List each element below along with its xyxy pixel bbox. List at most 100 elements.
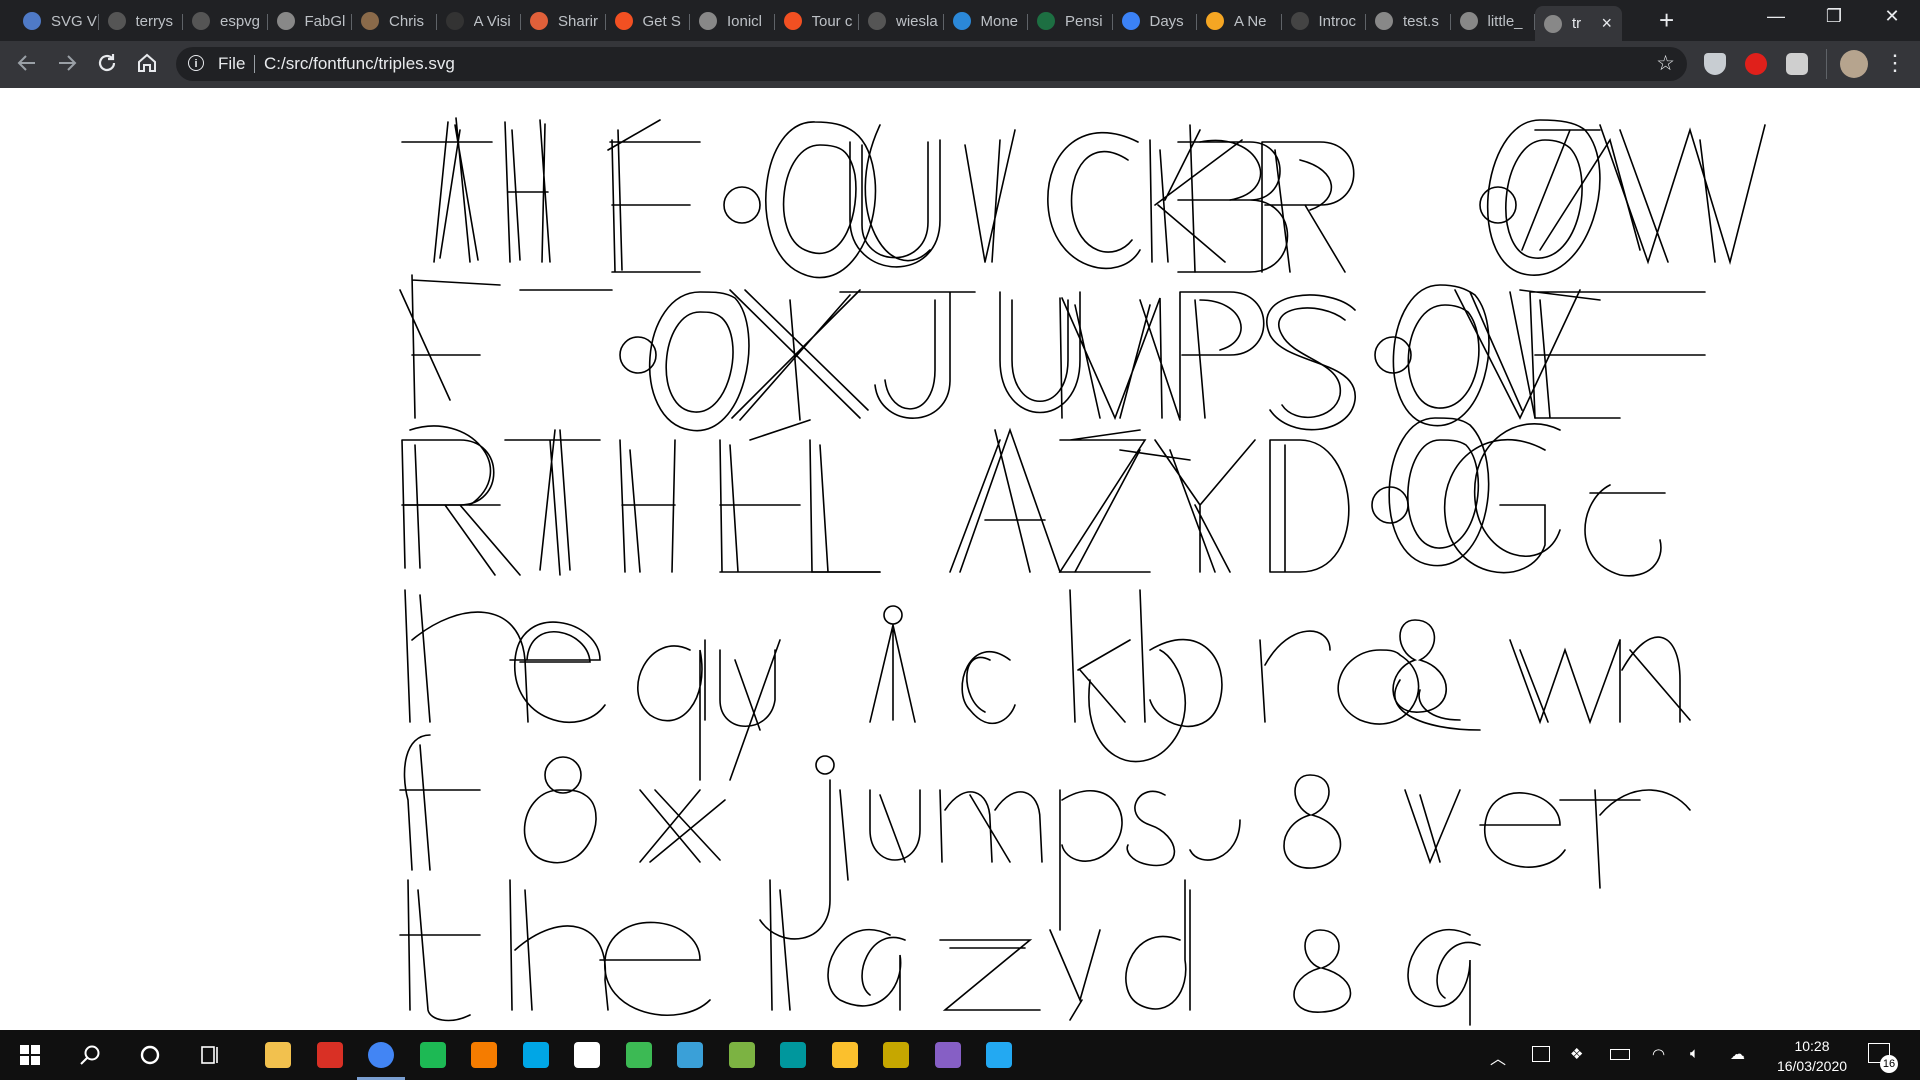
cortana-button[interactable] [134, 1039, 166, 1071]
address-bar[interactable]: i File C:/src/fontfunc/triples.svg ☆ [176, 47, 1687, 81]
tab-title: Pensi [1065, 12, 1103, 30]
volume-icon[interactable]: 🔈︎ [1690, 1045, 1699, 1062]
minimize-button[interactable]: — [1756, 6, 1796, 27]
globe-icon [699, 12, 717, 30]
tray-overflow-chevron-icon[interactable]: ︿ [1490, 1045, 1506, 1069]
new-tab-button[interactable]: + [1659, 7, 1674, 33]
address-separator [254, 55, 255, 73]
shield-extension-icon[interactable] [1704, 53, 1726, 75]
tab-title: test.s [1403, 12, 1439, 30]
browser-tab[interactable]: SVG V [14, 6, 99, 36]
tab-title: terrys [135, 12, 174, 30]
taskbar-app-bulb[interactable] [829, 1039, 861, 1071]
task-view-button[interactable] [194, 1039, 226, 1071]
tab-title: Chris [389, 12, 425, 30]
battery-icon[interactable] [1610, 1049, 1630, 1060]
browser-tab[interactable]: Ionicl [690, 6, 775, 36]
browser-tab[interactable]: Chris [352, 6, 437, 36]
restore-button[interactable]: ❐ [1814, 6, 1854, 27]
browser-tab[interactable]: terrys [99, 6, 184, 36]
bookmark-star-icon[interactable]: ☆ [1656, 51, 1675, 76]
cortana-circle-icon [140, 1045, 160, 1065]
browser-tab[interactable]: Sharir [521, 6, 606, 36]
taskbar-app-arduino[interactable] [777, 1039, 809, 1071]
home-button[interactable] [134, 51, 160, 77]
browser-tab[interactable]: espvg [183, 6, 268, 36]
globe-app-icon [883, 1042, 909, 1068]
browser-tab[interactable]: A Visi [437, 6, 522, 36]
taskbar-app-app-c[interactable] [520, 1039, 552, 1071]
taskbar-app-vscode[interactable] [983, 1039, 1015, 1071]
close-window-button[interactable]: ✕ [1872, 6, 1912, 27]
taskbar-app-terminal[interactable] [674, 1039, 706, 1071]
browser-tab[interactable]: test.s [1366, 6, 1451, 36]
glyph-row-3 [401, 417, 1666, 577]
close-tab-icon[interactable]: × [1601, 13, 1612, 34]
globe-icon [276, 12, 295, 30]
browser-tab[interactable]: Mone [944, 6, 1029, 36]
taskbar-app-chrome[interactable] [357, 1039, 405, 1080]
github-icon [868, 12, 886, 30]
taskbar-app-image-editor[interactable] [726, 1039, 758, 1071]
scheme-label: File [218, 54, 246, 73]
search-button[interactable] [74, 1039, 106, 1071]
taskbar-app-inkscape-x[interactable] [623, 1039, 655, 1071]
sun-icon [1206, 12, 1224, 30]
reload-button[interactable] [94, 51, 120, 77]
browser-tab[interactable]: Introc [1282, 6, 1367, 36]
menu-kebab-icon[interactable]: ⋮ [1884, 51, 1906, 75]
taskbar-app-globe-app[interactable] [880, 1039, 912, 1071]
taskbar-app-visual-studio[interactable] [932, 1039, 964, 1071]
browser-tab[interactable]: little_ [1451, 6, 1536, 36]
glyph-row-2 [399, 274, 1706, 432]
taskbar-app-file-explorer[interactable] [262, 1039, 294, 1071]
onedrive-cloud-icon[interactable]: ☁︎ [1730, 1045, 1745, 1063]
vscode-icon [986, 1042, 1012, 1068]
file-explorer-icon [265, 1042, 291, 1068]
globe-icon [1544, 14, 1562, 33]
start-button[interactable] [14, 1039, 46, 1071]
url-text[interactable]: C:/src/fontfunc/triples.svg [264, 54, 455, 74]
glyph-row-5 [399, 734, 1691, 940]
tab-title: Mone [980, 12, 1019, 30]
adblock-extension-icon[interactable] [1745, 53, 1767, 75]
app-c-icon [522, 1042, 549, 1068]
taskbar-app-notepad[interactable] [571, 1039, 603, 1071]
browser-tab[interactable]: Tour c [775, 6, 860, 36]
taskbar-app-gmail[interactable] [314, 1039, 346, 1071]
money-app-icon [952, 12, 971, 30]
windows-start-icon [20, 1045, 40, 1065]
back-button[interactable] [14, 51, 40, 77]
browser-tab[interactable]: wiesla [859, 6, 944, 36]
taskbar-app-fontforge[interactable] [468, 1039, 500, 1071]
tab-list: SVG V terrys espvg FabGl Chris A Visi Sharir Ge… [14, 6, 1622, 41]
glyph-row-4 [404, 589, 1691, 781]
browser-tab[interactable]: Days [1113, 6, 1198, 36]
dropbox-icon[interactable]: ❖ [1570, 1045, 1583, 1063]
browser-tab[interactable]: Pensi [1028, 6, 1113, 36]
globe-icon [1375, 12, 1393, 30]
glyph-row-1 [401, 117, 1766, 279]
profile-avatar[interactable] [1840, 50, 1868, 78]
wifi-icon[interactable]: ◠ [1652, 1045, 1665, 1063]
tab-title: espvg [220, 12, 261, 30]
browser-tab[interactable]: tr × [1535, 6, 1622, 41]
windows-logo-icon [783, 12, 802, 30]
tray-app-icon[interactable] [1532, 1046, 1550, 1062]
puzzle-extension-icon[interactable] [1786, 53, 1808, 75]
globe-icon [1459, 12, 1478, 30]
system-clock[interactable]: 10:28 16/03/2020 [1762, 1036, 1862, 1076]
excel-icon [1037, 12, 1055, 30]
inkscape-x-icon [625, 1042, 652, 1068]
task-view-icon [201, 1046, 218, 1064]
tab-title: tr [1572, 15, 1582, 32]
windows-taskbar: ︿ ❖ ◠ 🔈︎ ☁︎ 10:28 16/03/2020 16 [0, 1030, 1920, 1080]
taskbar-app-spotify[interactable] [417, 1039, 449, 1071]
info-icon[interactable]: i [188, 55, 204, 71]
tab-title: Ionicl [727, 12, 763, 30]
forward-button[interactable] [54, 51, 80, 77]
notepad-icon [574, 1042, 600, 1068]
browser-tab[interactable]: FabGl [268, 6, 353, 36]
browser-tab[interactable]: Get S [606, 6, 691, 36]
browser-tab[interactable]: A Ne [1197, 6, 1282, 36]
